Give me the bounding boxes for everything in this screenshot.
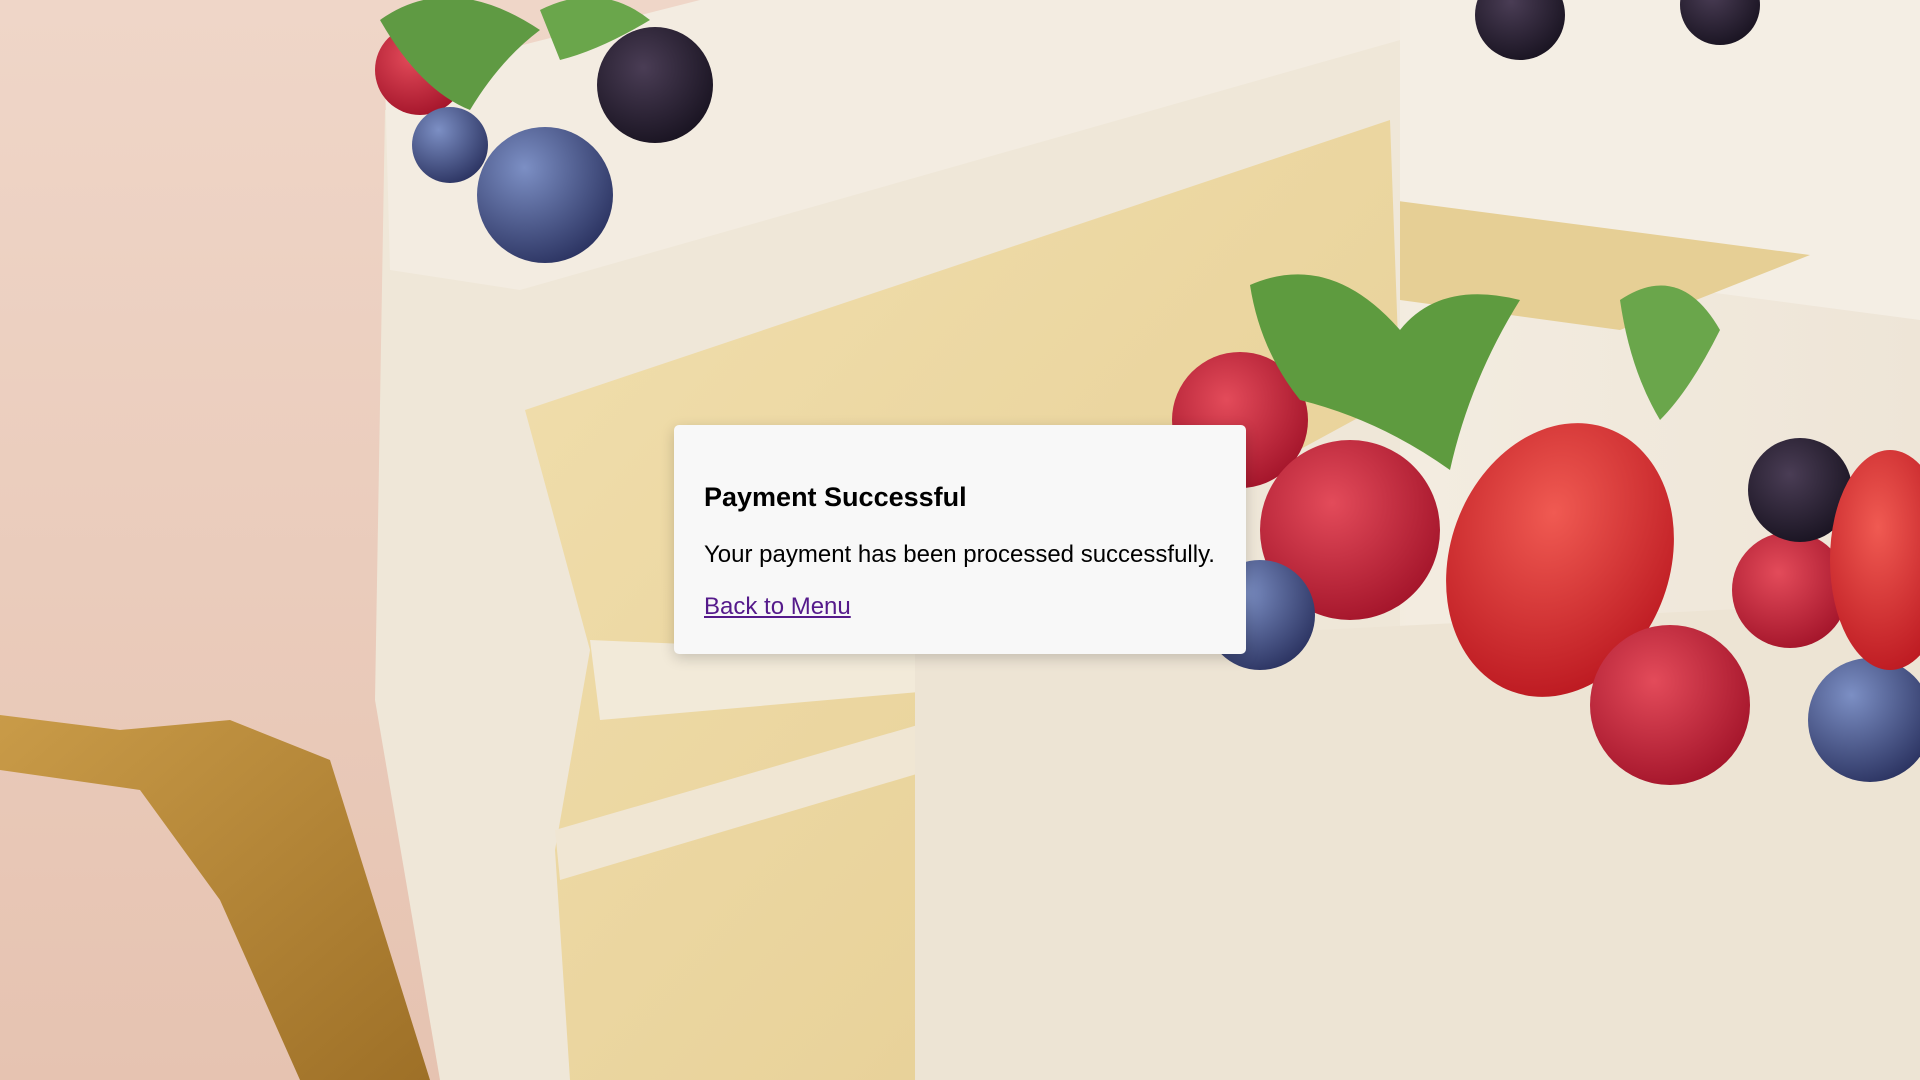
- dialog-title: Payment Successful: [704, 482, 967, 512]
- back-to-menu-link[interactable]: Back to Menu: [704, 595, 851, 619]
- dialog-message: Your payment has been processed successf…: [704, 541, 1215, 568]
- payment-success-dialog: Payment Successful Your payment has been…: [674, 425, 1246, 654]
